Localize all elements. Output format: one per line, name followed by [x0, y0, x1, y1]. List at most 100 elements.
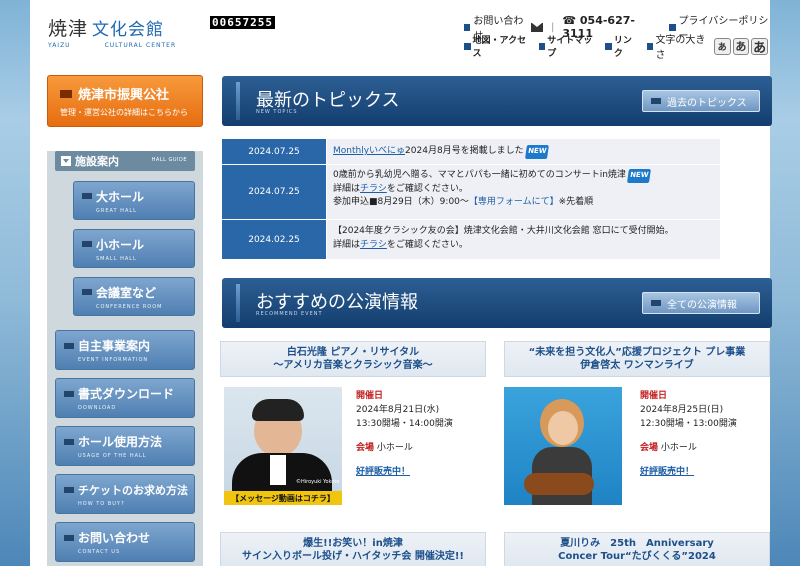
sidebar-item-great-hall[interactable]: 大ホール GREAT HALL: [73, 181, 195, 220]
past-topics-label: 過去のトピックス: [667, 97, 747, 109]
guide-label: 施設案内: [75, 155, 119, 168]
all-events-button[interactable]: 全ての公演情報: [642, 292, 760, 314]
sidebar-item-hall-usage[interactable]: ホール使用方法 USAGE OF THE HALL: [55, 426, 195, 466]
news-item: 2024.02.25 【2024年度クラシック友の会】焼津文化会館・大井川文化会…: [222, 220, 720, 260]
event-title[interactable]: 爆生!!お笑い！in焼津 サイン入りボール投げ・ハイタッチ会 開催決定!!: [220, 532, 486, 566]
font-medium-button[interactable]: あ: [732, 37, 750, 55]
event-image[interactable]: ©Hiroyuki Yokote 【メッセージ動画はコチラ】: [224, 387, 342, 505]
visitor-counter: 00657255: [210, 16, 275, 29]
news-link[interactable]: Monthlyいべにゅ: [333, 146, 405, 156]
event-title[interactable]: “未来を担う文化人”応援プロジェクト プレ事業 伊倉啓太 ワンマンライブ: [504, 341, 770, 377]
recommend-header: おすすめの公演情報 RECOMMEND EVENT 全ての公演情報: [222, 278, 772, 328]
news-text: をご確認ください。: [386, 239, 468, 250]
promo-banner[interactable]: 焼津市振興公社 管理・運営公社の詳細はこちらから: [47, 75, 203, 127]
logo-sub-left: YAIZU: [48, 42, 71, 49]
photo-credit: ©Hiroyuki Yokote: [296, 479, 340, 485]
facility-guide-header: 施設案内 HALL GUIDE: [55, 151, 195, 171]
arrow-icon: [651, 98, 661, 104]
performer-shirt: [270, 455, 286, 485]
sidebar-item-tickets[interactable]: チケットのお求め方法 HOW TO BUY?: [55, 474, 195, 514]
arrow-icon: [82, 193, 92, 199]
ticket-status-link[interactable]: 好評販売中！: [640, 465, 737, 479]
sidebar-item-contact[interactable]: お問い合わせ CONTACT US: [55, 522, 195, 562]
facility-guide: 施設案内 HALL GUIDE 大ホール GREAT HALL 小ホール SMA…: [47, 151, 203, 566]
apply-form-link[interactable]: 【専用フォームにて】: [469, 197, 559, 207]
arrow-icon: [60, 89, 72, 98]
event-venue: 小ホール: [376, 443, 413, 453]
flyer-link[interactable]: チラシ: [360, 240, 387, 250]
font-size-control: 文字の大きさ あ あ あ: [646, 31, 770, 61]
news-date: 2024.02.25: [222, 220, 326, 259]
news-item: 2024.07.25 Monthlyいべにゅ2024月8月号を掲載しました NEW: [222, 139, 720, 165]
font-small-button[interactable]: あ: [713, 37, 731, 55]
sidebar-item-sub: CONFERENCE ROOM: [96, 303, 163, 310]
event-card: 夏川りみ 25th Anniversary Concer Tour“たびくくる”…: [504, 532, 770, 566]
bullet-icon: [605, 42, 612, 50]
sidebar-item-label: お問い合わせ: [78, 531, 151, 545]
event-date: 2024年8月21日(水): [356, 405, 440, 415]
sidebar-item-sub: SMALL HALL: [96, 255, 137, 262]
links-label: リンク: [613, 36, 632, 59]
bullet-icon: [464, 23, 471, 31]
message-video-link[interactable]: 【メッセージ動画はコチラ】: [224, 491, 342, 505]
venue-label: 会場: [640, 443, 659, 453]
links-link[interactable]: リンク: [605, 33, 639, 59]
event-card: 爆生!!お笑い！in焼津 サイン入りボール投げ・ハイタッチ会 開催決定!!: [220, 532, 486, 566]
ticket-status-link[interactable]: 好評販売中！: [356, 465, 453, 479]
site-logo[interactable]: 焼津 文化会館 YAIZU CULTURAL CENTER: [48, 14, 210, 49]
event-card: “未来を担う文化人”応援プロジェクト プレ事業 伊倉啓太 ワンマンライブ 開催日…: [504, 341, 770, 511]
arrow-icon: [64, 438, 74, 445]
venue-label: 会場: [356, 443, 375, 453]
new-badge: NEW: [626, 169, 652, 183]
bullet-icon: [646, 42, 654, 50]
font-large-button[interactable]: あ: [751, 37, 768, 56]
event-card: 白石光隆 ピアノ・リサイタル ～アメリカ音楽とクラシック音楽～ ©Hiroyuk…: [220, 341, 486, 511]
sidebar-item-conference-room[interactable]: 会議室など CONFERENCE ROOM: [73, 277, 195, 316]
date-label: 開催日: [356, 391, 384, 401]
event-info: 開催日 2024年8月25日(日) 12:30開場・13:00開演 会場 小ホー…: [640, 389, 737, 479]
sidebar-item-label: 小ホール: [96, 237, 145, 252]
topics-subtitle: NEW TOPICS: [256, 109, 298, 115]
event-date: 2024年8月25日(日): [640, 405, 724, 415]
arrow-icon: [82, 289, 92, 295]
promo-subtitle: 管理・運営公社の詳細はこちらから: [60, 108, 188, 117]
sidebar-item-sub: DOWNLOAD: [78, 405, 117, 411]
new-badge: NEW: [524, 145, 550, 159]
logo-text-blue: 文化会館: [92, 20, 165, 40]
sidebar-item-label: チケットのお求め方法: [78, 483, 188, 497]
sitemap-link[interactable]: サイトマップ: [538, 33, 598, 59]
news-text: 【2024年度クラシック友の会】焼津文化会館・大井川文化会館 窓口にて受付開始。: [333, 226, 674, 236]
bullet-icon: [464, 42, 471, 50]
sidebar-item-sub: GREAT HALL: [96, 207, 137, 214]
sidebar-item-label: 大ホール: [96, 189, 145, 204]
access-link[interactable]: 地図・アクセス: [464, 33, 531, 59]
bullet-icon: [669, 23, 676, 31]
sidebar-item-sub: CONTACT US: [78, 549, 121, 555]
guitar-icon: [524, 473, 594, 495]
sidebar-item-sub: EVENT INFORMATION: [78, 357, 149, 363]
logo-sub-right: CULTURAL CENTER: [104, 42, 177, 49]
news-body: 【2024年度クラシック友の会】焼津文化会館・大井川文化会館 窓口にて受付開始。…: [326, 220, 720, 259]
header-accent: [236, 82, 240, 120]
event-image[interactable]: [504, 387, 622, 505]
sidebar-item-small-hall[interactable]: 小ホール SMALL HALL: [73, 229, 195, 268]
sidebar-item-download[interactable]: 書式ダウンロード DOWNLOAD: [55, 378, 195, 418]
past-topics-button[interactable]: 過去のトピックス: [642, 90, 760, 112]
event-title[interactable]: 白石光隆 ピアノ・リサイタル ～アメリカ音楽とクラシック音楽～: [220, 341, 486, 377]
flyer-link[interactable]: チラシ: [360, 184, 387, 194]
event-time: 12:30開場・13:00開演: [640, 419, 737, 429]
bullet-icon: [538, 42, 546, 50]
sidebar-item-sub: USAGE OF THE HALL: [78, 453, 147, 459]
sidebar-item-event-info[interactable]: 自主事業案内 EVENT INFORMATION: [55, 330, 195, 370]
sitemap-label: サイトマップ: [547, 36, 593, 59]
news-list: 2024.07.25 Monthlyいべにゅ2024月8月号を掲載しました NEW…: [222, 139, 720, 260]
event-title[interactable]: 夏川りみ 25th Anniversary Concer Tour“たびくくる”…: [504, 532, 770, 566]
date-label: 開催日: [640, 391, 668, 401]
arrow-icon: [64, 534, 74, 541]
sidebar-item-sub: HOW TO BUY?: [78, 500, 125, 507]
header-nav-bottom: 地図・アクセス サイトマップ リンク 文字の大きさ あ あ あ: [464, 31, 770, 61]
arrow-icon: [82, 241, 92, 247]
news-text: 参加申込■8月29日（木）9:00～: [333, 197, 469, 207]
news-text: 0歳前から乳幼児へ贈る、ママとパパも一緒に初めてのコンサートin焼津: [333, 170, 626, 180]
news-text: 詳細は: [333, 183, 361, 194]
